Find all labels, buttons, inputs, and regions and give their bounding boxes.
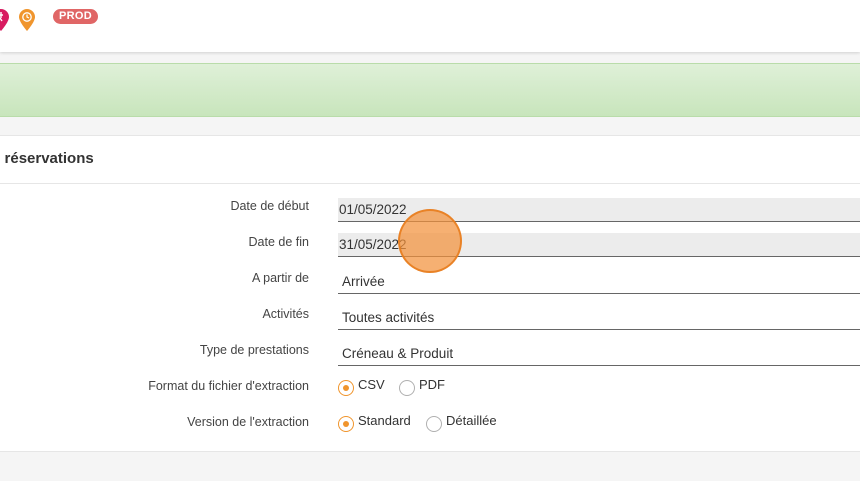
panel-divider (0, 183, 860, 184)
format-pdf-radio[interactable] (399, 380, 415, 396)
version-standard-radio[interactable] (338, 416, 354, 432)
location-pin-clock-orange-icon[interactable] (18, 8, 36, 32)
a-partir-de-select[interactable]: Arrivée (338, 270, 860, 294)
version-detaillee-radio[interactable] (426, 416, 442, 432)
type-prestations-label: Type de prestations (199, 343, 309, 357)
activites-select[interactable]: Toutes activités (338, 306, 860, 330)
version-standard-label: Standard (358, 413, 411, 428)
date-fin-label: Date de fin (248, 235, 309, 249)
format-csv-radio[interactable] (338, 380, 354, 396)
type-prestations-select[interactable]: Créneau & Produit (338, 342, 860, 366)
row-format-extraction: Format du fichier d'extraction CSV PDF (0, 377, 860, 409)
date-debut-label: Date de début (230, 199, 309, 213)
success-banner (0, 63, 860, 117)
row-type-prestations: Type de prestations Créneau & Produit (0, 343, 860, 373)
environment-badge: PROD (53, 9, 98, 24)
row-activites: Activités Toutes activités (0, 307, 860, 337)
click-indicator (398, 209, 462, 273)
format-csv-label: CSV (358, 377, 385, 392)
row-a-partir-de: A partir de Arrivée (0, 271, 860, 301)
activites-label: Activités (262, 307, 309, 321)
version-extraction-label: Version de l'extraction (187, 415, 309, 429)
top-bar: PROD (0, 0, 860, 52)
format-pdf-label: PDF (419, 377, 445, 392)
location-pin-magenta-icon[interactable] (0, 8, 10, 32)
reservation-extraction-panel: s réservations Date de début 01/05/2022 … (0, 135, 860, 452)
version-detaillee-label: Détaillée (446, 413, 497, 428)
format-extraction-label: Format du fichier d'extraction (148, 379, 309, 393)
row-version-extraction: Version de l'extraction Standard Détaill… (0, 413, 860, 445)
panel-title: s réservations (0, 150, 94, 167)
a-partir-de-label: A partir de (252, 271, 309, 285)
